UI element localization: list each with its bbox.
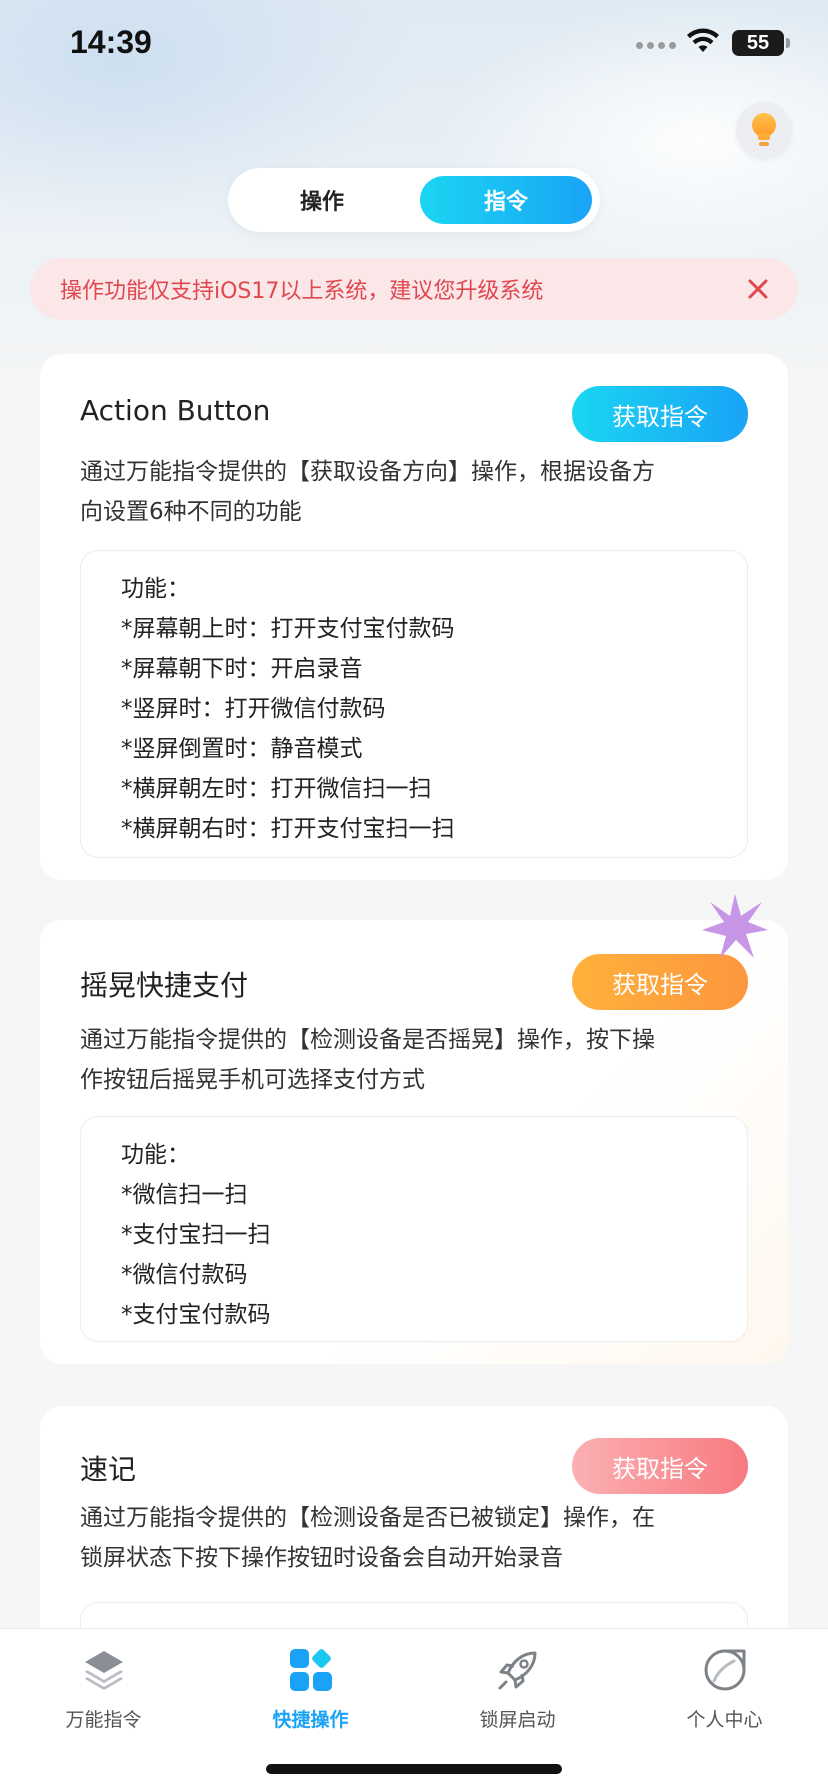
- home-indicator: [266, 1764, 562, 1774]
- get-shortcut-button[interactable]: 获取指令: [572, 1438, 748, 1494]
- mode-segmented-control: 操作 指令: [228, 168, 600, 232]
- tab-profile[interactable]: 个人中心: [621, 1643, 828, 1743]
- layers-icon: [84, 1651, 123, 1690]
- segment-shortcut[interactable]: 指令: [420, 176, 592, 224]
- feature-item: *支付宝付款码: [121, 1302, 271, 1328]
- card-title: Action Button: [80, 394, 271, 427]
- segment-operation[interactable]: 操作: [236, 176, 408, 224]
- battery-tip: [786, 38, 790, 48]
- description-line: 通过万能指令提供的【检测设备是否已被锁定】操作，在: [80, 1505, 655, 1531]
- feature-item: *支付宝扫一扫: [121, 1222, 271, 1248]
- description-line: 作按钮后摇晃手机可选择支付方式: [80, 1067, 425, 1093]
- tab-label: 锁屏启动: [479, 1709, 556, 1731]
- description-line: 通过万能指令提供的【获取设备方向】操作，根据设备方: [80, 459, 655, 485]
- status-time: 14:39: [70, 24, 152, 60]
- ios-version-notice: 操作功能仅支持iOS17以上系统，建议您升级系统: [30, 258, 798, 320]
- feature-header: 功能：: [121, 1142, 190, 1168]
- tab-label: 个人中心: [686, 1709, 763, 1731]
- card-action-button: Action Button 获取指令 通过万能指令提供的【获取设备方向】操作，根…: [40, 354, 788, 880]
- feature-item: *横屏朝右时：打开支付宝扫一扫: [121, 816, 455, 842]
- wifi-icon: [687, 28, 719, 52]
- notice-text: 操作功能仅支持iOS17以上系统，建议您升级系统: [60, 279, 544, 304]
- feature-list: 功能： *屏幕朝上时：打开支付宝付款码 *屏幕朝下时：开启录音 *竖屏时：打开微…: [80, 550, 748, 858]
- grid-icon: [289, 1649, 332, 1691]
- close-icon[interactable]: [744, 275, 772, 303]
- card-title: 速记: [80, 1453, 137, 1486]
- feature-item: *横屏朝左时：打开微信扫一扫: [121, 776, 432, 802]
- tab-label: 万能指令: [65, 1709, 142, 1731]
- rocket-icon: [498, 1651, 536, 1690]
- feature-item: *屏幕朝下时：开启录音: [121, 656, 363, 682]
- tips-button[interactable]: [736, 102, 792, 158]
- get-shortcut-button[interactable]: 获取指令: [572, 954, 748, 1010]
- status-bar: 14:39 55: [0, 0, 828, 90]
- tab-universal-shortcuts[interactable]: 万能指令: [0, 1643, 207, 1743]
- card-description: 通过万能指令提供的【检测设备是否已被锁定】操作，在 锁屏状态下按下操作按钮时设备…: [80, 1498, 760, 1578]
- description-line: 向设置6种不同的功能: [80, 499, 302, 525]
- feature-item: *屏幕朝上时：打开支付宝付款码: [121, 616, 455, 642]
- sparkle-icon: [702, 894, 768, 958]
- leaf-icon: [704, 1649, 745, 1691]
- tab-quick-actions[interactable]: 快捷操作: [207, 1643, 414, 1743]
- battery-icon: 55: [732, 30, 784, 56]
- tab-lockscreen-launch[interactable]: 锁屏启动: [414, 1643, 621, 1743]
- card-quick-note: 速记 获取指令 通过万能指令提供的【检测设备是否已被锁定】操作，在 锁屏状态下按…: [40, 1406, 788, 1666]
- card-shake-pay: 摇晃快捷支付 获取指令 通过万能指令提供的【检测设备是否摇晃】操作，按下操 作按…: [40, 920, 788, 1364]
- feature-item: *竖屏时：打开微信付款码: [121, 696, 386, 722]
- feature-item: *微信付款码: [121, 1262, 248, 1288]
- feature-list: 功能： *微信扫一扫 *支付宝扫一扫 *微信付款码 *支付宝付款码: [80, 1116, 748, 1342]
- cellular-signal-icon: [636, 42, 676, 49]
- get-shortcut-button[interactable]: 获取指令: [572, 386, 748, 442]
- feature-header: 功能：: [121, 576, 190, 602]
- lightbulb-icon: [752, 113, 776, 146]
- description-line: 通过万能指令提供的【检测设备是否摇晃】操作，按下操: [80, 1027, 655, 1053]
- tab-label: 快捷操作: [272, 1709, 349, 1731]
- description-line: 锁屏状态下按下操作按钮时设备会自动开始录音: [80, 1545, 563, 1571]
- feature-item: *微信扫一扫: [121, 1182, 248, 1208]
- card-description: 通过万能指令提供的【检测设备是否摇晃】操作，按下操 作按钮后摇晃手机可选择支付方…: [80, 1020, 760, 1100]
- card-description: 通过万能指令提供的【获取设备方向】操作，根据设备方 向设置6种不同的功能: [80, 452, 760, 532]
- feature-item: *竖屏倒置时：静音模式: [121, 736, 363, 762]
- card-title: 摇晃快捷支付: [80, 969, 249, 1002]
